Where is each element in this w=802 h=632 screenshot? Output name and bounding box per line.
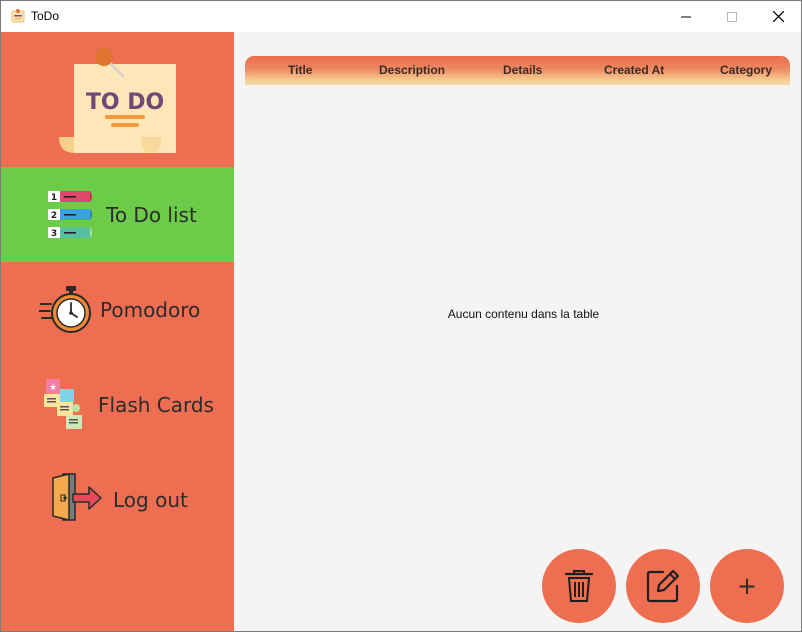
plus-icon: + xyxy=(736,572,758,600)
exit-door-icon xyxy=(52,473,102,521)
sidebar-item-flash-cards[interactable]: ★ Flash Cards xyxy=(1,357,234,452)
stopwatch-icon xyxy=(39,286,91,333)
todo-note-logo: TO DO xyxy=(59,48,176,153)
svg-text:1: 1 xyxy=(51,193,57,203)
main-content: Title Description Details Created At Cat… xyxy=(234,32,801,631)
trash-icon xyxy=(564,570,594,602)
sidebar-item-label: To Do list xyxy=(106,203,197,227)
add-button[interactable]: + xyxy=(710,549,784,623)
todo-app-icon xyxy=(10,8,26,24)
sidebar-item-label: Log out xyxy=(113,488,188,512)
app-window: ToDo TO DO 1 2 3 To Do list Pomodoro ★ F… xyxy=(0,0,802,632)
sidebar-item-label: Pomodoro xyxy=(100,298,201,322)
column-header-description[interactable]: Description xyxy=(379,63,445,77)
numbered-list-icon: 1 2 3 xyxy=(48,191,92,239)
logo-text: TO DO xyxy=(86,90,164,115)
minimize-icon xyxy=(681,16,691,17)
sidebar-item-todo-list[interactable]: 1 2 3 To Do list xyxy=(1,167,234,262)
edit-icon xyxy=(646,569,680,603)
column-header-details[interactable]: Details xyxy=(503,63,542,77)
window-title: ToDo xyxy=(31,9,60,23)
table-empty-message: Aucun contenu dans la table xyxy=(447,307,600,321)
delete-button[interactable] xyxy=(542,549,616,623)
svg-text:★: ★ xyxy=(49,382,57,392)
column-header-title[interactable]: Title xyxy=(288,63,312,77)
close-button[interactable] xyxy=(755,1,801,32)
svg-text:3: 3 xyxy=(51,229,57,239)
maximize-button[interactable] xyxy=(709,1,755,32)
sidebar-item-label: Flash Cards xyxy=(98,393,214,417)
column-header-created-at[interactable]: Created At xyxy=(604,63,664,77)
close-icon xyxy=(772,11,784,22)
column-header-category[interactable]: Category xyxy=(720,63,772,77)
title-bar: ToDo xyxy=(1,1,801,32)
sidebar-item-pomodoro[interactable]: Pomodoro xyxy=(1,262,234,357)
table-header: Title Description Details Created At Cat… xyxy=(245,56,790,85)
flash-cards-icon: ★ xyxy=(44,379,82,429)
edit-button[interactable] xyxy=(626,549,700,623)
sidebar: TO DO 1 2 3 To Do list Pomodoro ★ Flash … xyxy=(1,32,234,631)
minimize-button[interactable] xyxy=(663,1,709,32)
svg-text:2: 2 xyxy=(51,211,57,221)
maximize-icon xyxy=(727,11,737,22)
sidebar-item-log-out[interactable]: Log out xyxy=(1,452,234,547)
app-logo: TO DO xyxy=(1,32,234,167)
